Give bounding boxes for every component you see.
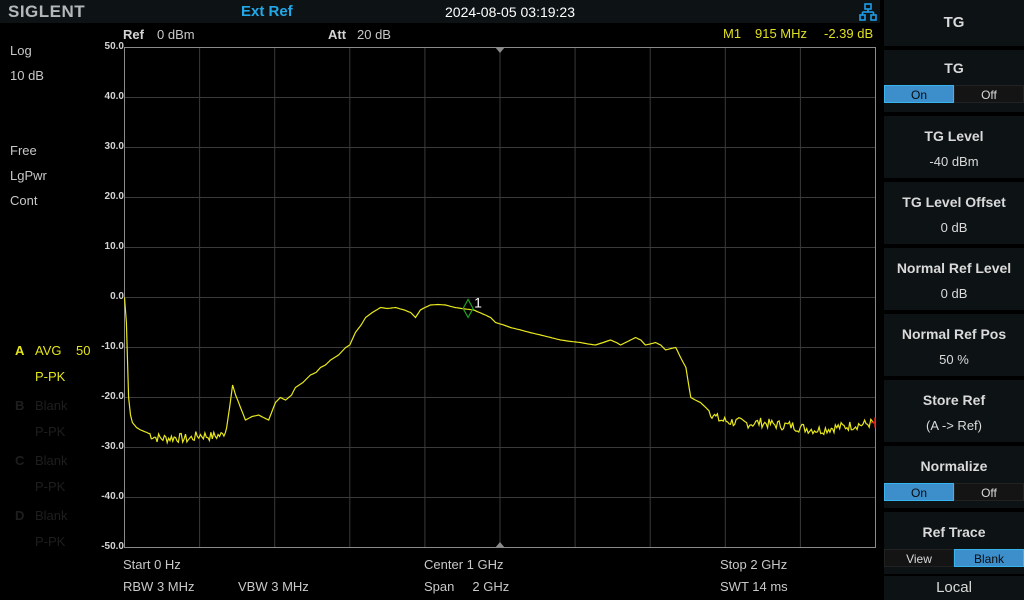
normal-ref-pos-value: 50 % [939, 352, 969, 367]
ref-trace-toggle[interactable]: View Blank [884, 549, 1024, 567]
marker-level: -2.39 dB [824, 26, 874, 41]
marker-name: M1 [723, 26, 742, 41]
normalize-toggle[interactable]: On Off [884, 483, 1024, 501]
normal-ref-level-value: 0 dB [940, 286, 968, 301]
y-tick-label: 10.0 [104, 241, 124, 252]
y-tick-label: 0.0 [110, 291, 124, 302]
center-frequency[interactable]: Center 1 GHz [424, 557, 503, 572]
detector-type: LgPwr [10, 168, 47, 183]
softkey-tg[interactable]: TG On Off [884, 50, 1024, 112]
trace-b-mode: Blank [35, 398, 68, 413]
brand-logo: SIGLENT [8, 2, 86, 21]
y-tick-label: 20.0 [104, 191, 124, 202]
y-tick-label: -50.0 [101, 541, 124, 552]
scale-per-div: 10 dB [10, 68, 44, 83]
y-tick-label: 50.0 [104, 41, 124, 52]
tg-level-offset-label: TG Level Offset [902, 194, 1006, 210]
softkey-ref-trace[interactable]: Ref Trace View Blank [884, 512, 1024, 574]
trace-end-indicator [871, 417, 876, 428]
trace-c-mode: Blank [35, 453, 68, 468]
trace-b-detector: P-PK [35, 424, 66, 439]
scale-type: Log [10, 43, 32, 58]
softkey-menu-title: TG [884, 0, 1024, 46]
tg-toggle[interactable]: On Off [884, 85, 1024, 103]
trace-b-letter: B [15, 398, 25, 413]
grid [124, 47, 875, 547]
tg-off-option[interactable]: Off [954, 85, 1024, 103]
trace-a-letter: A [15, 343, 25, 358]
datetime: 2024-08-05 03:19:23 [445, 4, 575, 20]
normalize-on-option[interactable]: On [884, 483, 954, 501]
menu-title-text: TG [943, 14, 965, 31]
y-tick-label: -20.0 [101, 391, 124, 402]
y-tick-label: -10.0 [101, 341, 124, 352]
softkey-normalize[interactable]: Normalize On Off [884, 446, 1024, 508]
trace-a-detector: P-PK [35, 369, 66, 384]
trace-a-mode: AVG [35, 343, 62, 358]
trace-c-detector: P-PK [35, 479, 66, 494]
tg-label: TG [944, 60, 964, 76]
tg-level-label: TG Level [924, 128, 984, 144]
ref-level-value[interactable]: 0 dBm [157, 27, 195, 42]
ref-trace-label: Ref Trace [922, 524, 986, 540]
softkey-normal-ref-pos[interactable]: Normal Ref Pos 50 % [884, 314, 1024, 376]
normalize-off-option[interactable]: Off [954, 483, 1024, 501]
trigger-mode: Free [10, 143, 37, 158]
store-ref-label: Store Ref [922, 392, 986, 408]
sweep-mode: Cont [10, 193, 38, 208]
top-status-bar: SIGLENT Ext Ref 2024-08-05 03:19:23 [0, 0, 880, 23]
tg-level-value: -40 dBm [929, 154, 979, 169]
marker-number-label: 1 [474, 294, 482, 310]
attenuation-label: Att [328, 27, 347, 42]
y-tick-label: 30.0 [104, 141, 124, 152]
trace-c-letter: C [15, 453, 25, 468]
local-button[interactable]: Local [884, 576, 1024, 600]
y-tick-label: 40.0 [104, 91, 124, 102]
marker-frequency: 915 MHz [755, 26, 808, 41]
ref-source-indicator: Ext Ref [241, 3, 293, 20]
normalize-label: Normalize [920, 458, 988, 474]
rbw[interactable]: RBW 3 MHz [123, 579, 195, 594]
tg-level-offset-value: 0 dB [940, 220, 968, 235]
tg-on-option[interactable]: On [884, 85, 954, 103]
attenuation-value[interactable]: 20 dB [357, 27, 391, 42]
vbw[interactable]: VBW 3 MHz [238, 579, 309, 594]
normal-ref-pos-label: Normal Ref Pos [901, 326, 1007, 342]
ref-level-label: Ref [123, 27, 144, 42]
softkey-tg-level[interactable]: TG Level -40 dBm [884, 116, 1024, 178]
trace-d-detector: P-PK [35, 534, 66, 549]
sweep-time[interactable]: SWT 14 ms [720, 579, 788, 594]
softkey-store-ref[interactable]: Store Ref (A -> Ref) [884, 380, 1024, 442]
ref-trace-view-option[interactable]: View [884, 549, 954, 567]
trace-d-mode: Blank [35, 508, 68, 523]
start-frequency[interactable]: Start 0 Hz [123, 557, 181, 572]
store-ref-value: (A -> Ref) [926, 418, 982, 433]
network-icon [859, 3, 877, 21]
y-tick-label: -30.0 [101, 441, 124, 452]
trace-d-letter: D [15, 508, 25, 523]
trace-a-count: 50 [76, 343, 91, 358]
spectrum-plot[interactable]: 1 [124, 47, 876, 548]
y-tick-label: -40.0 [101, 491, 124, 502]
softkey-normal-ref-level[interactable]: Normal Ref Level 0 dB [884, 248, 1024, 310]
softkey-tg-level-offset[interactable]: TG Level Offset 0 dB [884, 182, 1024, 244]
center-bottom-marker-icon [495, 542, 505, 548]
stop-frequency[interactable]: Stop 2 GHz [720, 557, 787, 572]
span[interactable]: Span 2 GHz [424, 579, 509, 594]
center-top-marker-icon [495, 47, 505, 53]
normal-ref-level-label: Normal Ref Level [896, 260, 1012, 276]
ref-trace-blank-option[interactable]: Blank [954, 549, 1024, 567]
